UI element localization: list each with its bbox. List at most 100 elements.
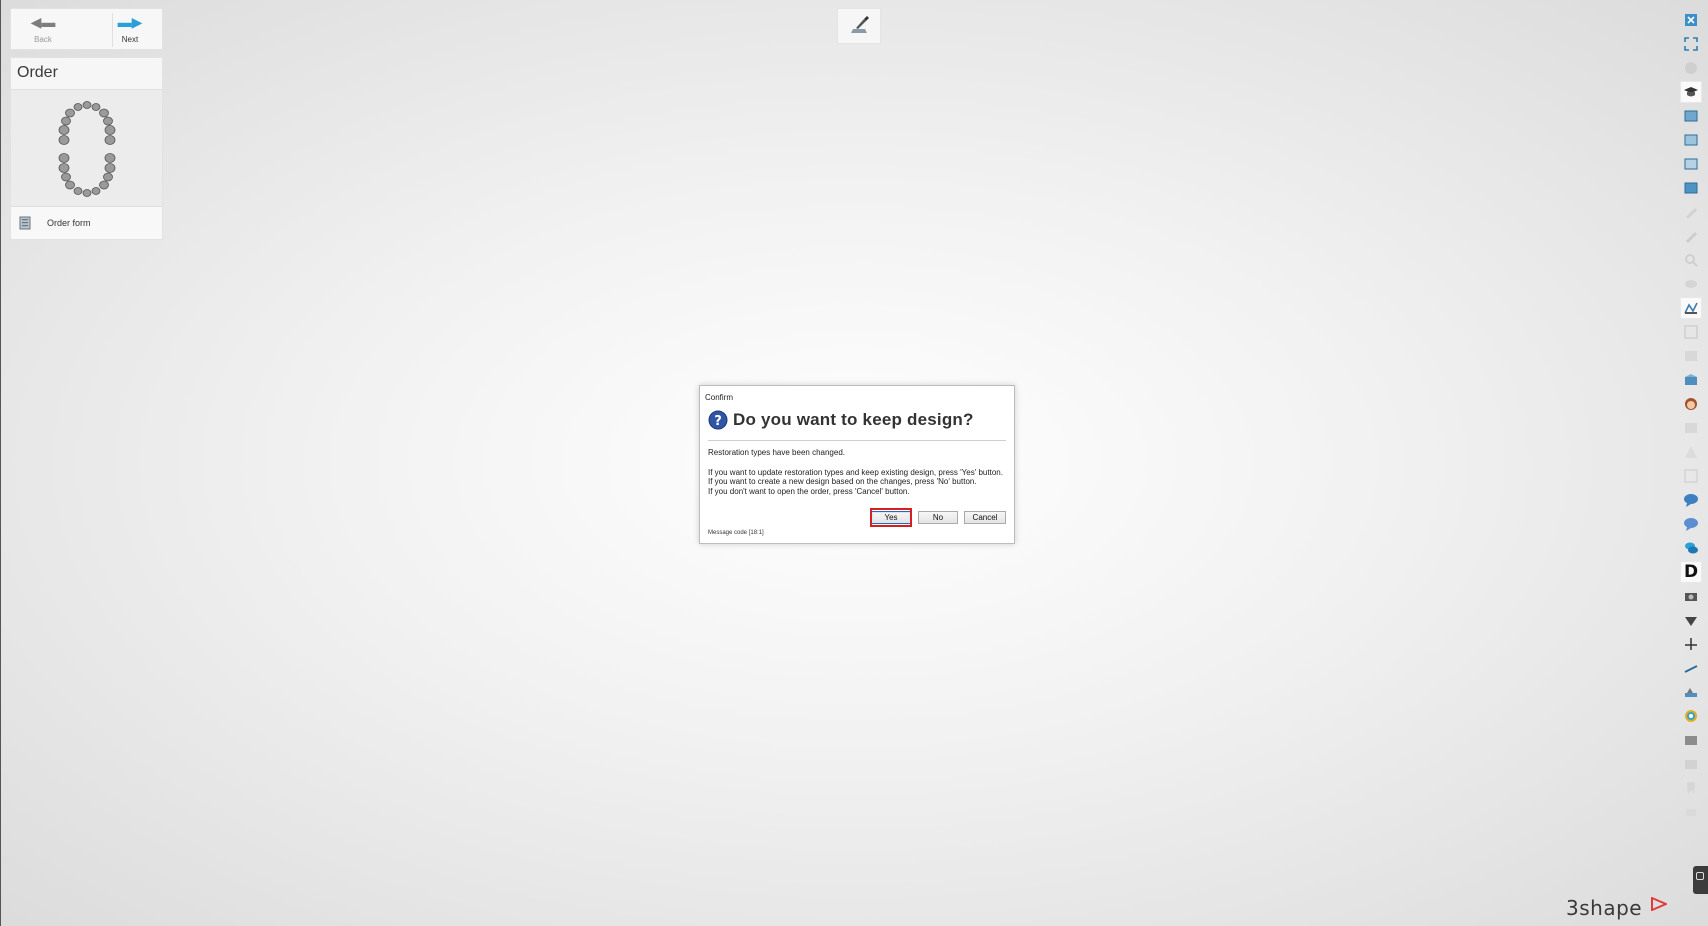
window-icon bbox=[1684, 110, 1698, 122]
model-icon bbox=[1685, 280, 1697, 288]
patient-tool[interactable] bbox=[1680, 393, 1702, 415]
speech-bubble-icon bbox=[1684, 494, 1698, 507]
question-icon: ? bbox=[708, 410, 728, 430]
dialog-caption: Confirm bbox=[705, 393, 734, 402]
camera-icon bbox=[1685, 593, 1697, 601]
misc-icon bbox=[1686, 809, 1696, 816]
next-button[interactable]: ▬▶ Next bbox=[100, 9, 160, 51]
panel-icon bbox=[1685, 351, 1697, 361]
window-icon bbox=[1684, 182, 1698, 194]
zoom-tool[interactable] bbox=[1680, 249, 1702, 271]
back-label: Back bbox=[34, 35, 52, 44]
image-tool[interactable] bbox=[1680, 417, 1702, 439]
photo-tool[interactable] bbox=[1680, 729, 1702, 751]
message-line: If you don't want to open the order, pre… bbox=[708, 486, 910, 496]
chat-tool-2[interactable] bbox=[1680, 513, 1702, 535]
chat-tool-1[interactable] bbox=[1680, 489, 1702, 511]
confirm-dialog: Confirm ? Do you want to keep design? Re… bbox=[699, 385, 1015, 544]
ruler-icon bbox=[1684, 665, 1698, 673]
d-icon: D bbox=[1683, 562, 1699, 582]
edit-icon bbox=[1686, 232, 1697, 243]
cancel-button[interactable]: Cancel bbox=[964, 511, 1006, 524]
panel-tool[interactable] bbox=[1680, 345, 1702, 367]
logo-triangle-icon bbox=[1651, 897, 1667, 911]
color-wheel-icon bbox=[1685, 710, 1697, 722]
chat-tool-3[interactable] bbox=[1680, 537, 1702, 559]
scene-icon bbox=[1685, 688, 1697, 697]
export-icon bbox=[1685, 760, 1697, 769]
face-icon bbox=[1685, 398, 1697, 410]
ruler-tool[interactable] bbox=[1680, 657, 1702, 679]
close-button[interactable] bbox=[1680, 9, 1702, 31]
design-tool-button[interactable] bbox=[837, 8, 881, 44]
camera-tool[interactable] bbox=[1680, 585, 1702, 607]
tooth-icon bbox=[1687, 782, 1695, 794]
box-tool[interactable] bbox=[1680, 369, 1702, 391]
graduation-cap-icon bbox=[1684, 87, 1698, 97]
window-icon bbox=[1684, 134, 1698, 146]
side-panel-toggle[interactable] bbox=[1693, 866, 1708, 894]
box-icon bbox=[1685, 374, 1697, 385]
academy-tool[interactable] bbox=[1680, 81, 1702, 103]
window-tool-2[interactable] bbox=[1680, 129, 1702, 151]
message-line: If you want to update restoration types … bbox=[708, 467, 1003, 477]
form-icon bbox=[19, 216, 31, 230]
frame-icon bbox=[1684, 469, 1698, 483]
triangle-tool[interactable] bbox=[1680, 441, 1702, 463]
message-code: Message code [18:1] bbox=[708, 530, 764, 536]
scan-icon bbox=[1684, 302, 1698, 314]
order-form-label: Order form bbox=[47, 218, 91, 228]
pencil-tool[interactable] bbox=[1680, 201, 1702, 223]
order-title: Order bbox=[11, 58, 162, 90]
brand-logo: 3shape bbox=[1566, 896, 1643, 920]
tooth-tool[interactable] bbox=[1680, 777, 1702, 799]
layout-icon bbox=[1684, 325, 1698, 339]
gem-icon bbox=[1685, 617, 1697, 626]
cross-tool[interactable] bbox=[1680, 633, 1702, 655]
dental-arch-diagram[interactable] bbox=[11, 90, 162, 208]
no-button[interactable]: No bbox=[918, 511, 958, 524]
window-tool-4[interactable] bbox=[1680, 177, 1702, 199]
back-button[interactable]: ◀▬ Back bbox=[13, 9, 73, 51]
frame-tool[interactable] bbox=[1680, 465, 1702, 487]
message-line: If you want to create a new design based… bbox=[708, 477, 977, 486]
navigation-bar: ◀▬ Back ▬▶ Next bbox=[10, 8, 163, 50]
crosshair-icon bbox=[1685, 638, 1697, 650]
svg-text:?: ? bbox=[714, 414, 722, 429]
window-tool-3[interactable] bbox=[1680, 153, 1702, 175]
chat-icon bbox=[1685, 542, 1698, 554]
export-tool[interactable] bbox=[1680, 753, 1702, 775]
edit-tool[interactable] bbox=[1680, 225, 1702, 247]
dialog-heading: Do you want to keep design? bbox=[733, 410, 974, 429]
layout-tool[interactable] bbox=[1680, 321, 1702, 343]
color-tool[interactable] bbox=[1680, 705, 1702, 727]
magnifier-icon bbox=[1685, 254, 1698, 267]
toggle-icon bbox=[1696, 872, 1704, 880]
window-tool-1[interactable] bbox=[1680, 105, 1702, 127]
dialog-divider bbox=[708, 440, 1006, 441]
fullscreen-button[interactable] bbox=[1680, 33, 1702, 55]
globe-icon bbox=[1685, 62, 1697, 74]
globe-tool[interactable] bbox=[1680, 57, 1702, 79]
brush-icon bbox=[851, 16, 869, 33]
next-label: Next bbox=[121, 35, 139, 44]
arrow-left-icon: ◀▬ bbox=[30, 14, 56, 30]
dialog-header: ? Do you want to keep design? bbox=[708, 410, 974, 430]
gem-tool[interactable] bbox=[1680, 609, 1702, 631]
message-line: Restoration types have been changed. bbox=[708, 448, 845, 457]
order-panel: Order Order form bbox=[10, 57, 163, 240]
model-tool[interactable] bbox=[1680, 273, 1702, 295]
arrow-right-icon: ▬▶ bbox=[117, 14, 143, 30]
scan-tool[interactable] bbox=[1680, 297, 1702, 319]
close-icon bbox=[1685, 14, 1697, 26]
order-form-button[interactable]: Order form bbox=[11, 206, 162, 239]
dialog-message: Restoration types have been changed. If … bbox=[708, 448, 1006, 496]
pencil-icon bbox=[1686, 208, 1697, 219]
yes-button[interactable]: Yes bbox=[871, 511, 911, 524]
window-icon bbox=[1684, 158, 1698, 170]
scene-tool[interactable] bbox=[1680, 681, 1702, 703]
last-tool[interactable] bbox=[1680, 801, 1702, 823]
speech-bubble-icon bbox=[1684, 518, 1698, 531]
d-tool[interactable]: D bbox=[1680, 561, 1702, 583]
photo-icon bbox=[1685, 736, 1697, 745]
